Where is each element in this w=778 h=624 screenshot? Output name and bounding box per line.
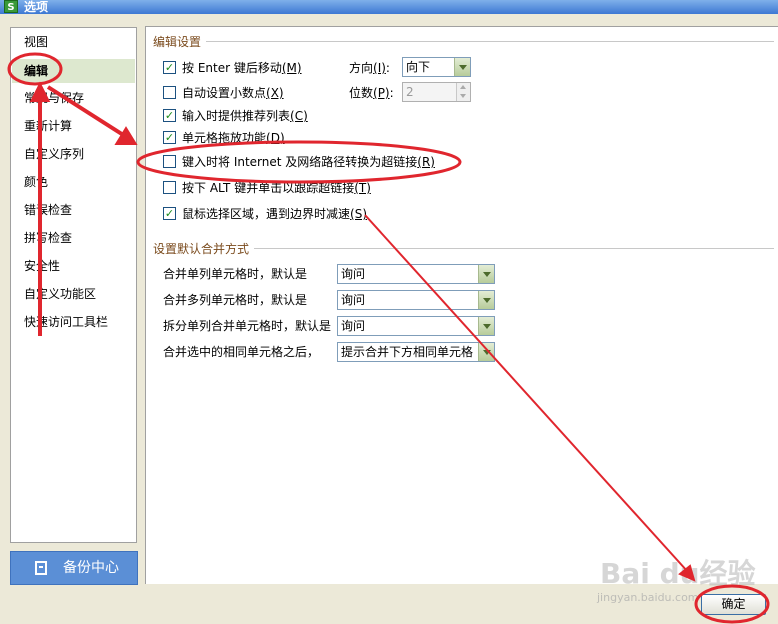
merge-row-label: 拆分单列合并单元格时，默认是 xyxy=(163,319,332,333)
sidebar-item-error-check[interactable]: 错误检查 xyxy=(12,198,135,222)
backup-icon xyxy=(35,561,47,575)
sidebar-item-quick-access-toolbar[interactable]: 快速访问工具栏 xyxy=(12,310,135,334)
sidebar-item-custom-lists[interactable]: 自定义序列 xyxy=(12,142,135,166)
split-merged-value: 询问 xyxy=(341,319,366,333)
digits-label: 位数(P): xyxy=(349,86,394,100)
option-label: 鼠标选择区域，遇到边界时减速 xyxy=(182,207,351,221)
sidebar-item-recalculate[interactable]: 重新计算 xyxy=(12,114,135,138)
section-divider xyxy=(206,41,774,42)
section-title-edit: 编辑设置 xyxy=(153,35,202,49)
split-merged-select[interactable]: 询问 xyxy=(337,316,495,336)
digits-value: 2 xyxy=(406,85,414,99)
merge-single-column-value: 询问 xyxy=(341,267,366,281)
sidebar-item-security[interactable]: 安全性 xyxy=(12,254,135,278)
checkbox-alt-click-hyperlink[interactable] xyxy=(163,181,176,194)
spin-up-icon[interactable] xyxy=(456,83,470,92)
checkbox-auto-hyperlink[interactable] xyxy=(163,155,176,168)
digits-spinner[interactable]: 2 xyxy=(402,82,471,102)
sidebar-item-color[interactable]: 颜色 xyxy=(12,170,135,194)
chevron-down-icon[interactable] xyxy=(478,343,494,361)
shortcut-key: (T) xyxy=(354,181,371,195)
merge-multi-column-select[interactable]: 询问 xyxy=(337,290,495,310)
option-label: 单元格拖放功能 xyxy=(182,131,267,145)
sidebar-item-view[interactable]: 视图 xyxy=(12,30,135,54)
watermark-url: jingyan.baidu.com xyxy=(597,591,699,604)
section-divider xyxy=(254,248,774,249)
chevron-down-icon[interactable] xyxy=(478,265,494,283)
watermark-logo: Bai du经验 xyxy=(600,557,756,590)
shortcut-key: (C) xyxy=(290,109,308,123)
sidebar-item-custom-ribbon[interactable]: 自定义功能区 xyxy=(12,282,135,306)
option-label: 按下 ALT 键并单击以跟踪超链接 xyxy=(182,181,355,195)
sidebar-item-general-save[interactable]: 常规与保存 xyxy=(12,86,135,110)
checkbox-auto-decimal[interactable] xyxy=(163,86,176,99)
edit-settings-panel: 编辑设置 ✓ 按 Enter 键后移动(M) 自动设置小数点(X) ✓ 输入时提… xyxy=(145,26,778,584)
sidebar-item-edit[interactable]: 编辑 xyxy=(12,59,135,83)
window-title: 选项 xyxy=(24,0,49,14)
merge-multi-column-value: 询问 xyxy=(341,293,366,307)
option-label: 输入时提供推荐列表 xyxy=(182,109,291,123)
merge-row-label: 合并多列单元格时，默认是 xyxy=(163,293,308,307)
title-bar: S 选项 xyxy=(0,0,778,14)
option-label: 自动设置小数点 xyxy=(182,86,267,100)
app-icon: S xyxy=(4,0,18,13)
chevron-down-icon[interactable] xyxy=(478,317,494,335)
chevron-down-icon[interactable] xyxy=(478,291,494,309)
shortcut-key: (M) xyxy=(281,61,302,75)
checkbox-move-after-enter[interactable]: ✓ xyxy=(163,61,176,74)
shortcut-key: (D) xyxy=(266,131,285,145)
direction-value: 向下 xyxy=(406,60,431,74)
options-sidebar: 视图 编辑 常规与保存 重新计算 自定义序列 颜色 错误检查 拼写检查 安全性 … xyxy=(10,27,137,543)
merge-same-cells-select[interactable]: 提示合并下方相同单元格 xyxy=(337,342,495,362)
merge-row-label: 合并选中的相同单元格之后， xyxy=(163,345,320,359)
shortcut-key: (S) xyxy=(350,207,367,221)
direction-label: 方向(I): xyxy=(349,61,390,75)
shortcut-key: (R) xyxy=(417,155,435,169)
option-label: 按 Enter 键后移动 xyxy=(182,61,282,75)
ok-button[interactable]: 确定 xyxy=(701,594,766,615)
merge-single-column-select[interactable]: 询问 xyxy=(337,264,495,284)
merge-same-cells-value: 提示合并下方相同单元格 xyxy=(341,345,474,359)
sidebar-item-spell-check[interactable]: 拼写检查 xyxy=(12,226,135,250)
chevron-down-icon[interactable] xyxy=(454,58,470,76)
checkbox-drag-drop[interactable]: ✓ xyxy=(163,131,176,144)
spin-down-icon[interactable] xyxy=(456,92,470,101)
backup-center-label: 备份中心 xyxy=(63,560,119,576)
direction-select[interactable]: 向下 xyxy=(402,57,471,77)
option-label: 键入时将 Internet 及网络路径转换为超链接 xyxy=(182,155,418,169)
backup-center-button[interactable]: 备份中心 xyxy=(10,551,138,585)
checkbox-slow-at-boundary[interactable]: ✓ xyxy=(163,207,176,220)
shortcut-key: (X) xyxy=(266,86,284,100)
merge-row-label: 合并单列单元格时，默认是 xyxy=(163,267,308,281)
section-title-merge: 设置默认合并方式 xyxy=(153,242,250,256)
checkbox-autocomplete-list[interactable]: ✓ xyxy=(163,109,176,122)
